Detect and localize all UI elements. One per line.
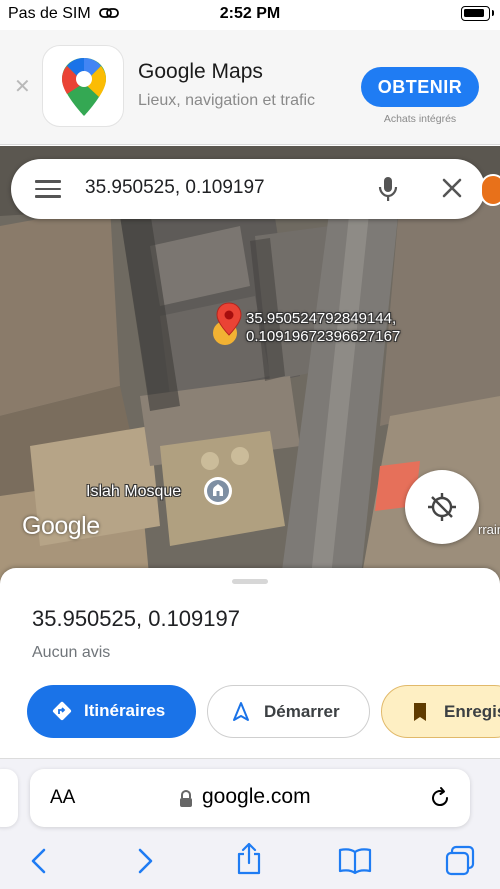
browser-toolbar: AA google.com	[0, 758, 500, 889]
reviews-label: Aucun avis	[32, 644, 111, 661]
pin-label: 35.950524792849144, 0.10919672396627167	[246, 310, 400, 346]
menu-icon[interactable]	[35, 180, 61, 198]
my-location-button[interactable]	[405, 470, 479, 544]
pin-longitude: 0.10919672396627167	[246, 328, 401, 345]
place-sheet: 35.950525, 0.109197 Aucun avis Itinérair…	[0, 568, 500, 758]
reload-icon[interactable]	[428, 786, 452, 810]
pin-latitude: 35.950524792849144,	[246, 310, 397, 327]
app-subtitle: Lieux, navigation et trafic	[138, 92, 315, 109]
get-app-button[interactable]: OBTENIR	[361, 67, 479, 107]
drag-handle[interactable]	[232, 579, 268, 584]
close-icon[interactable]: ✕	[14, 77, 31, 97]
gps-crosshair-icon	[428, 493, 456, 521]
mosque-icon[interactable]	[204, 477, 232, 505]
share-icon[interactable]	[234, 842, 264, 876]
text-size-label: AA	[50, 787, 76, 808]
url-text[interactable]: google.com	[202, 785, 311, 809]
bookmarks-icon[interactable]	[337, 847, 373, 875]
clear-search-icon[interactable]	[441, 177, 463, 199]
microphone-icon[interactable]	[377, 175, 399, 203]
bookmark-icon	[414, 703, 426, 721]
forward-icon[interactable]	[134, 847, 156, 875]
satellite-map[interactable]: 35.950525, 0.109197 35.950524792849144, …	[0, 146, 500, 586]
app-banner: ✕ Google Maps Lieux, navigation et trafi…	[0, 30, 500, 145]
clock: 2:52 PM	[219, 5, 281, 22]
map-edge-label: rrain	[478, 522, 500, 537]
previous-tab-card[interactable]	[0, 769, 18, 827]
start-button[interactable]: Démarrer	[207, 685, 370, 738]
location-pin-icon	[213, 302, 242, 345]
search-input[interactable]: 35.950525, 0.109197	[85, 177, 265, 199]
address-bar[interactable]: AA google.com	[30, 769, 470, 827]
status-bar: Pas de SIM 2:52 PM	[0, 0, 500, 30]
navigation-arrow-icon	[233, 702, 249, 721]
in-app-purchases-note: Achats intégrés	[383, 113, 457, 125]
text-size-button[interactable]: AA	[50, 787, 75, 809]
directions-label: Itinéraires	[84, 701, 166, 720]
google-maps-app-icon	[42, 45, 124, 127]
search-box[interactable]: 35.950525, 0.109197	[11, 159, 485, 219]
save-button[interactable]: Enregis	[381, 685, 500, 738]
directions-button[interactable]: Itinéraires	[27, 685, 196, 738]
start-label: Démarrer	[264, 702, 340, 721]
lock-icon	[180, 789, 192, 807]
google-attribution: Google	[22, 512, 100, 540]
back-icon[interactable]	[28, 847, 50, 875]
battery-icon	[461, 6, 494, 21]
app-name: Google Maps	[138, 60, 263, 83]
save-label: Enregis	[444, 702, 500, 721]
poi-label[interactable]: Islah Mosque	[86, 483, 181, 501]
place-title: 35.950525, 0.109197	[32, 606, 240, 631]
layer-badge-icon[interactable]	[480, 174, 500, 206]
directions-icon	[52, 701, 72, 721]
tabs-icon[interactable]	[444, 845, 476, 877]
